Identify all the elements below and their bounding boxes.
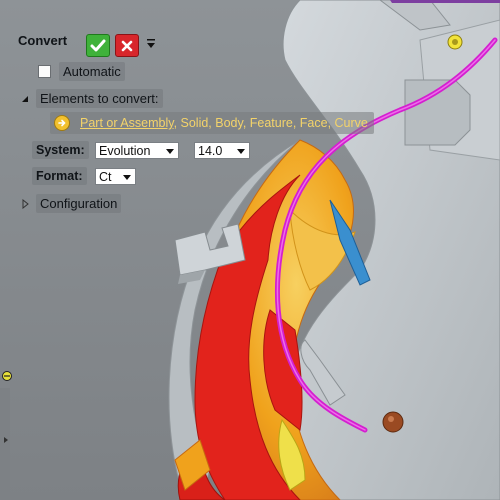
elements-section-header[interactable]: Elements to convert: [20, 89, 163, 108]
configuration-section-header[interactable]: Configuration [20, 194, 122, 213]
format-dropdown[interactable]: Ct [95, 168, 136, 185]
cancel-button[interactable] [115, 34, 139, 57]
elements-link[interactable]: Part or Assembly [80, 116, 174, 130]
panel-title: Convert [18, 33, 68, 48]
format-row: Format: [32, 167, 87, 185]
elements-label: Elements to convert: [36, 89, 163, 108]
elements-selection[interactable]: Part or Assembly, Solid, Body, Feature, … [50, 112, 374, 134]
system-value: Evolution [99, 143, 151, 158]
format-label: Format: [32, 167, 87, 185]
expand-arrow-icon[interactable] [2, 436, 10, 444]
check-icon [90, 39, 106, 51]
brown-bolt [382, 411, 404, 433]
automatic-option[interactable]: Automatic [38, 62, 125, 81]
expanded-triangle-icon [22, 95, 28, 102]
close-icon [121, 40, 133, 51]
ok-button[interactable] [86, 34, 110, 57]
system-label: System: [32, 141, 89, 159]
pin-icon[interactable] [1, 370, 13, 382]
automatic-label: Automatic [59, 62, 125, 81]
dropdown-arrow-icon [166, 149, 174, 154]
arrow-right-circle-icon [54, 115, 70, 131]
panel-menu-icon[interactable] [146, 38, 156, 50]
dropdown-arrow-icon [237, 149, 245, 154]
version-dropdown[interactable]: 14.0 [194, 142, 250, 159]
configuration-label: Configuration [36, 194, 122, 213]
automatic-checkbox[interactable] [38, 65, 51, 78]
system-row: System: [32, 141, 89, 159]
side-panel-handle[interactable] [0, 388, 10, 500]
elements-value: Part or Assembly, Solid, Body, Feature, … [80, 116, 368, 130]
format-value: Ct [99, 169, 112, 184]
dropdown-arrow-icon [123, 175, 131, 180]
version-value: 14.0 [198, 143, 223, 158]
collapsed-triangle-icon [22, 198, 29, 209]
system-dropdown[interactable]: Evolution [95, 142, 179, 159]
elements-rest: , Solid, Body, Feature, Face, Curve [173, 116, 368, 130]
